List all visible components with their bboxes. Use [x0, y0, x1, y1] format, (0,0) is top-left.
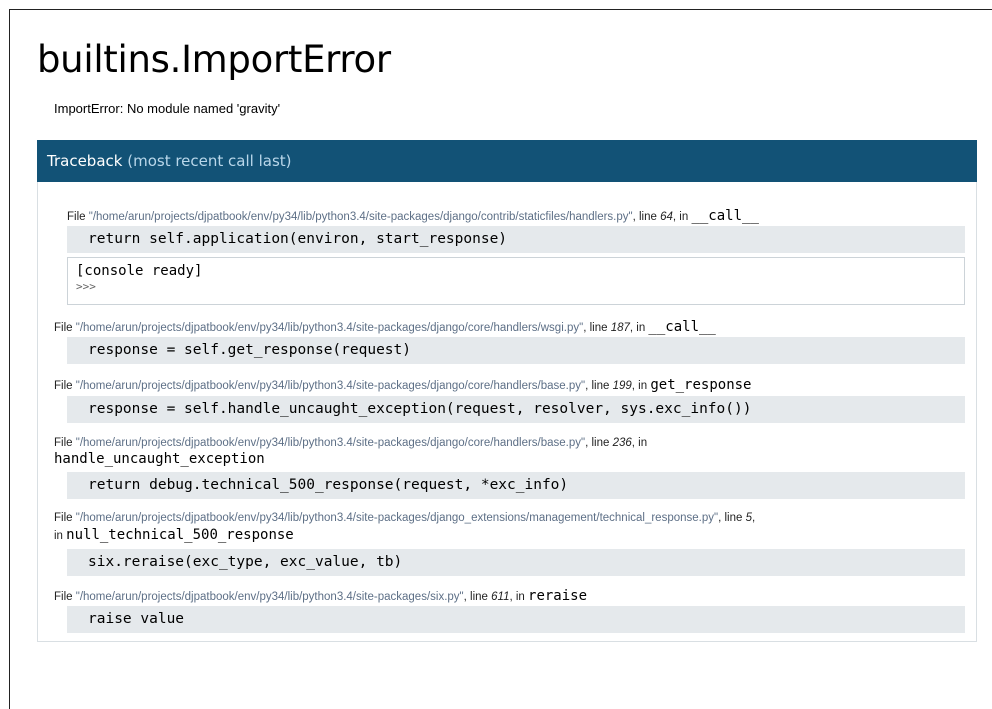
- frame-function: null_technical_500_response: [66, 527, 294, 543]
- frame-code[interactable]: return self.application(environ, start_r…: [67, 226, 965, 253]
- console-status: [console ready]: [76, 263, 203, 279]
- in-label: , in: [631, 437, 648, 449]
- frame-path: "/home/arun/projects/djpatbook/env/py34/…: [75, 512, 719, 524]
- frame-file-line: File "/home/arun/projects/djpatbook/env/…: [54, 437, 647, 449]
- line-label: , line: [463, 591, 488, 603]
- frame-line-number: 199: [612, 380, 632, 392]
- frame-line-number: 611: [491, 591, 510, 603]
- debug-console[interactable]: [console ready] >>>: [67, 257, 965, 305]
- frame-line-number: 5: [745, 512, 752, 524]
- frame-file-line: File "/home/arun/projects/djpatbook/env/…: [54, 512, 756, 524]
- error-title: builtins.ImportError: [37, 38, 391, 81]
- frame-code[interactable]: response = self.handle_uncaught_exceptio…: [67, 396, 965, 423]
- file-label: File: [67, 211, 86, 223]
- in-label: , in: [509, 591, 525, 603]
- line-label: , line: [718, 512, 743, 524]
- frame-file-line: File "/home/arun/projects/djpatbook/env/…: [67, 208, 759, 224]
- frame-function: handle_uncaught_exception: [54, 451, 265, 467]
- frame-function: reraise: [528, 588, 588, 604]
- frame-path: "/home/arun/projects/djpatbook/env/py34/…: [75, 380, 586, 392]
- frame-line-number: 236: [612, 437, 632, 449]
- in-label: in: [54, 530, 63, 542]
- frame-code[interactable]: response = self.get_response(request): [67, 337, 965, 364]
- frame-code[interactable]: return debug.technical_500_response(requ…: [67, 472, 965, 499]
- frame-function: __call__: [648, 319, 716, 335]
- frame-path: "/home/arun/projects/djpatbook/env/py34/…: [75, 322, 584, 334]
- frame-path: "/home/arun/projects/djpatbook/env/py34/…: [75, 437, 586, 449]
- traceback-header: Traceback (most recent call last): [37, 140, 977, 182]
- file-label: File: [54, 512, 73, 524]
- file-label: File: [54, 322, 73, 334]
- frame-line-number: 64: [660, 211, 673, 223]
- in-label: , in: [629, 322, 646, 334]
- traceback-heading: Traceback: [47, 152, 123, 170]
- frame-path: "/home/arun/projects/djpatbook/env/py34/…: [88, 211, 633, 223]
- frame-code[interactable]: raise value: [67, 606, 965, 633]
- frame-path: "/home/arun/projects/djpatbook/env/py34/…: [75, 591, 464, 603]
- in-label: , in: [672, 211, 689, 223]
- traceback-subheading: (most recent call last): [127, 152, 292, 170]
- frame-file-line: File "/home/arun/projects/djpatbook/env/…: [54, 377, 752, 393]
- frame-function: get_response: [650, 377, 752, 393]
- error-message: ImportError: No module named 'gravity': [54, 101, 281, 116]
- console-prompt: >>>: [76, 280, 96, 293]
- frame-function: __call__: [691, 208, 759, 224]
- frame-line-number: 187: [610, 322, 630, 334]
- frame-function-line: in null_technical_500_response: [54, 527, 294, 543]
- line-label: , line: [585, 437, 610, 449]
- frame-file-line: File "/home/arun/projects/djpatbook/env/…: [54, 319, 716, 335]
- file-label: File: [54, 380, 73, 392]
- frame-code[interactable]: six.reraise(exc_type, exc_value, tb): [67, 549, 965, 576]
- line-label: , line: [583, 322, 608, 334]
- line-label: , line: [585, 380, 610, 392]
- file-label: File: [54, 591, 73, 603]
- in-label: , in: [631, 380, 648, 392]
- line-label: , line: [632, 211, 657, 223]
- file-label: File: [54, 437, 73, 449]
- frame-file-line: File "/home/arun/projects/djpatbook/env/…: [54, 588, 587, 604]
